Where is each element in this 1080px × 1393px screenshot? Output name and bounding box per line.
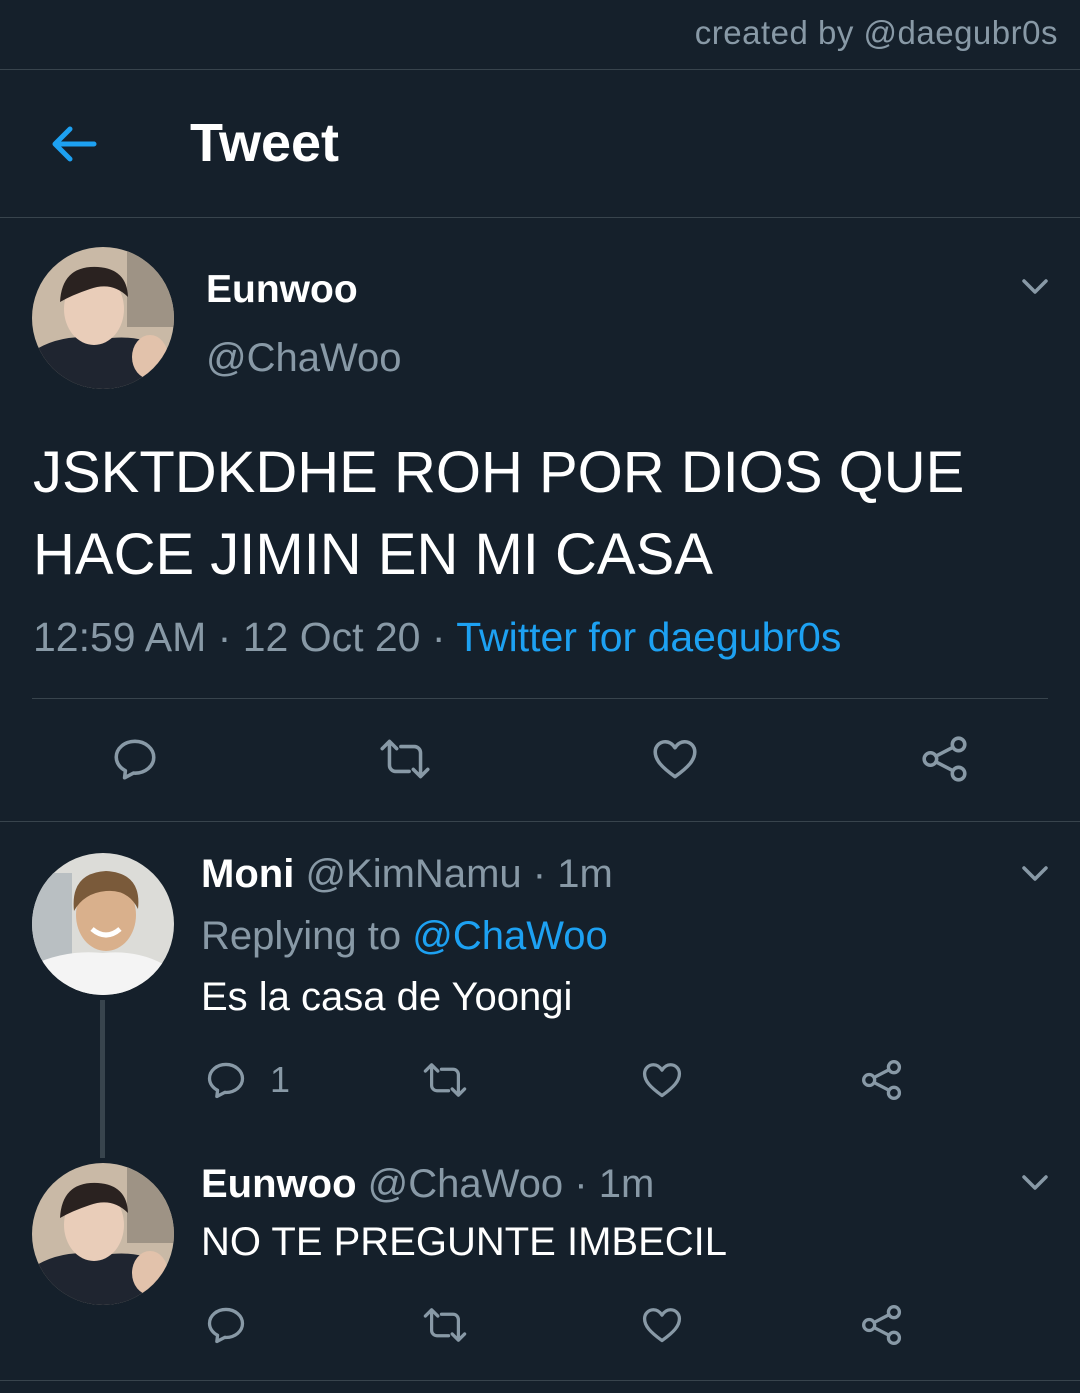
retweet-icon [380,739,430,779]
meta-separator: · [574,1162,588,1206]
more-options-button[interactable] [1018,270,1052,304]
thread-line [100,1000,105,1158]
author-name[interactable]: Eunwoo [206,268,358,312]
avatar-image [32,1163,174,1305]
chevron-down-icon [1022,866,1048,881]
author-handle[interactable]: @ChaWoo [206,336,402,381]
share-button[interactable] [920,734,970,784]
replying-to: Replying to @ChaWoo [201,914,608,959]
reply-author-handle[interactable]: @ChaWoo [368,1162,564,1206]
more-options-button[interactable] [1018,1166,1052,1200]
avatar-image [32,853,174,995]
chevron-down-icon [1022,279,1048,294]
divider [0,1380,1080,1381]
retweet-icon [423,1308,467,1342]
reply-button[interactable] [204,1303,248,1347]
retweet-button[interactable] [376,734,434,784]
tweet-date: 12 Oct 20 [242,614,421,660]
share-icon [922,736,967,782]
reply-count: 1 [270,1059,291,1100]
reply-icon [207,1062,245,1099]
like-icon [653,739,697,779]
replying-to-handle[interactable]: @ChaWoo [412,914,608,958]
tweet-meta: 12:59 AM · 12 Oct 20 · Twitter for daegu… [33,614,841,661]
reply-time: 1m [557,852,613,896]
more-options-button[interactable] [1018,857,1052,891]
reply-text: Es la casa de Yoongi [201,975,573,1019]
share-button[interactable] [860,1058,904,1102]
like-button[interactable] [640,1058,684,1102]
meta-separator: · [431,614,446,660]
share-button[interactable] [860,1303,904,1347]
share-icon [862,1060,902,1100]
reply-button[interactable] [110,734,160,784]
replying-to-label: Replying to [201,914,402,958]
like-icon [642,1308,682,1343]
tweet-source-link[interactable]: Twitter for daegubr0s [456,614,841,660]
back-button[interactable] [48,118,100,170]
meta-separator: · [532,852,547,896]
tweet-text: JSKTDKDHE ROH POR DIOS QUE HACE JIMIN EN… [33,440,965,587]
divider [0,821,1080,822]
avatar-eunwoo[interactable] [32,1163,174,1305]
reply-author-name[interactable]: Eunwoo [201,1162,357,1206]
reply-author-handle[interactable]: @KimNamu [305,852,521,896]
header-bar: Tweet [0,70,1080,217]
reply-header: Moni @KimNamu · 1m [201,852,613,897]
retweet-button[interactable] [420,1303,470,1347]
page-title: Tweet [190,113,340,173]
avatar-eunwoo[interactable] [32,247,174,389]
reply-icon [207,1307,245,1344]
retweet-icon [423,1063,467,1097]
divider [32,698,1048,699]
avatar-image [32,247,174,389]
watermark: created by @daegubr0s [694,14,1058,51]
retweet-button[interactable] [420,1058,470,1102]
share-icon [862,1305,902,1345]
like-icon [642,1063,682,1098]
reply-text: NO TE PREGUNTE IMBECIL [201,1220,728,1264]
chevron-down-icon [1022,1175,1048,1190]
meta-separator: · [217,614,232,660]
reply-header: Eunwoo @ChaWoo · 1m [201,1162,654,1207]
like-button[interactable] [640,1303,684,1347]
reply-button[interactable]: 1 [204,1058,290,1102]
like-button[interactable] [650,734,700,784]
reply-time: 1m [598,1162,655,1206]
divider [0,217,1080,218]
arrow-left-icon [52,126,97,162]
avatar-moni[interactable] [32,853,174,995]
reply-icon [114,739,156,780]
reply-author-name[interactable]: Moni [201,852,294,896]
tweet-time: 12:59 AM [33,614,207,660]
